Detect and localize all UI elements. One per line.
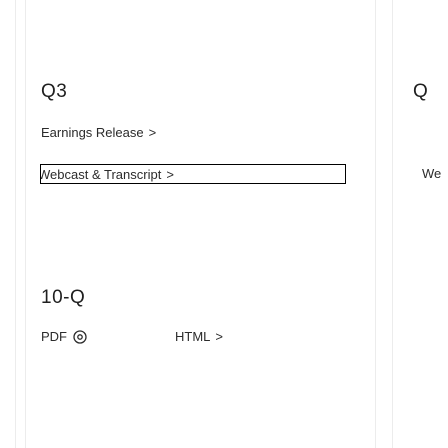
html-link[interactable]: HTML > — [175, 329, 223, 344]
pdf-download-link[interactable]: PDF — [41, 329, 87, 344]
quarterly-reports-panel: Q3 Earnings Release > Webcast & Transcrip… — [0, 0, 448, 448]
filing-title: 10-Q — [41, 287, 86, 308]
download-icon — [73, 329, 87, 344]
quarter-card — [25, 0, 376, 448]
next-quarter-title: Q — [413, 81, 428, 102]
next-webcast-link[interactable]: We — [422, 166, 441, 181]
chevron-right-icon: > — [148, 125, 157, 140]
quarter-title: Q3 — [41, 81, 68, 102]
earnings-release-label: Earnings Release — [41, 125, 144, 140]
next-card-edge — [392, 0, 448, 448]
webcast-transcript-label: Webcast & Transcript — [40, 167, 162, 182]
pdf-label: PDF — [41, 329, 67, 344]
earnings-release-link[interactable]: Earnings Release > — [41, 125, 156, 140]
previous-card-edge — [0, 0, 16, 448]
html-label: HTML — [175, 329, 211, 344]
chevron-right-icon: > — [215, 329, 223, 344]
chevron-right-icon: > — [166, 167, 174, 182]
webcast-transcript-link[interactable]: Webcast & Transcript > — [40, 167, 174, 182]
webcast-link-focus-outline: Webcast & Transcript > — [40, 164, 346, 184]
